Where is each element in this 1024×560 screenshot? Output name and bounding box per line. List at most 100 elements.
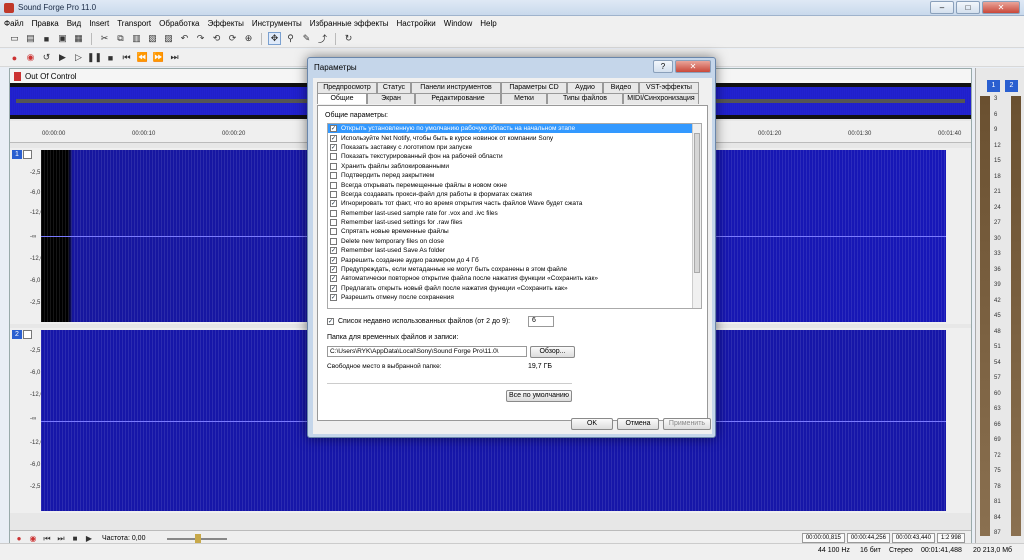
option-item[interactable]: ✓ Показать заставку с логотипом при запус… <box>328 143 701 152</box>
tab-display[interactable]: Экран <box>367 93 415 104</box>
mix-icon[interactable]: ▧ <box>146 32 159 45</box>
tab-status[interactable]: Статус <box>377 82 411 93</box>
option-item[interactable]: ✓ Разрешить отмену после сохранения <box>328 293 701 302</box>
tab-general[interactable]: Общие <box>317 93 367 104</box>
option-item[interactable]: Хранить файлы заблокированными <box>328 162 701 171</box>
record-loop-icon[interactable]: ◉ <box>28 534 38 544</box>
menu-effects[interactable]: Эффекты <box>208 19 244 28</box>
option-checkbox[interactable] <box>330 228 337 236</box>
selection-end[interactable]: 00:00:44,256 <box>846 533 890 543</box>
channel-number[interactable]: 2 <box>12 330 22 339</box>
scrollbar-thumb[interactable] <box>694 133 700 273</box>
play-all-icon[interactable]: ▶ <box>56 51 69 64</box>
forward-icon[interactable]: ⏩ <box>152 51 165 64</box>
option-item[interactable]: ✓ Remember last-used Save As folder <box>328 246 701 255</box>
pause-icon[interactable]: ❚❚ <box>87 51 102 64</box>
option-checkbox[interactable] <box>330 190 337 198</box>
refresh-icon[interactable]: ↻ <box>342 32 355 45</box>
record-icon[interactable]: ● <box>14 534 24 544</box>
trim-icon[interactable]: ▨ <box>162 32 175 45</box>
go-end-icon[interactable]: ⏭ <box>168 51 181 64</box>
recent-files-checkbox[interactable]: ✓ <box>327 318 334 325</box>
pencil-tool-icon[interactable]: ✎ <box>300 32 313 45</box>
option-checkbox[interactable] <box>330 172 337 180</box>
menu-view[interactable]: Вид <box>67 19 81 28</box>
option-item[interactable]: ✓ Разрешить создание аудио размером до 4 … <box>328 255 701 264</box>
menu-insert[interactable]: Insert <box>89 19 109 28</box>
magnify-tool-icon[interactable]: ⚲ <box>284 32 297 45</box>
option-item[interactable]: ✓ Предлагать открыть новый файл после наж… <box>328 284 701 293</box>
meter-channel-1-button[interactable]: 1 <box>987 80 1000 92</box>
option-item[interactable]: Подтвердить перед закрытием <box>328 171 701 180</box>
tab-markers[interactable]: Метки <box>501 93 547 104</box>
option-item[interactable]: ✓ Предупреждать, если метаданные не могут… <box>328 265 701 274</box>
tab-file-types[interactable]: Типы файлов <box>547 93 623 104</box>
option-item[interactable]: Remember last-used sample rate for .vox … <box>328 209 701 218</box>
option-item[interactable]: ✓ Открыть установленную по умолчанию рабо… <box>328 124 701 134</box>
tab-toolbars[interactable]: Панели инструментов <box>411 82 501 93</box>
temp-folder-path[interactable]: C:\Users\RYK\AppData\Local\Sony\Sound Fo… <box>327 346 527 357</box>
save-icon[interactable]: ■ <box>40 32 53 45</box>
tab-cd-settings[interactable]: Параметры CD <box>501 82 567 93</box>
paste-icon[interactable]: ▥ <box>130 32 143 45</box>
playback-rate-slider[interactable] <box>167 533 228 544</box>
option-checkbox[interactable]: ✓ <box>330 247 337 255</box>
minimize-button[interactable]: – <box>930 1 954 14</box>
option-checkbox[interactable]: ✓ <box>330 125 337 133</box>
go-end-icon[interactable]: ⏭ <box>56 534 66 544</box>
option-item[interactable]: ✓ Используйте Net Notify, чтобы быть в ку… <box>328 133 701 142</box>
option-checkbox[interactable]: ✓ <box>330 294 337 302</box>
option-item[interactable]: Показать текстурированный фон на рабочей… <box>328 152 701 161</box>
menu-options[interactable]: Настройки <box>397 19 436 28</box>
tab-midi-sync[interactable]: MIDI/Синхронизация <box>623 93 699 104</box>
play-icon[interactable]: ▷ <box>72 51 85 64</box>
cut-icon[interactable]: ✂ <box>98 32 111 45</box>
undo-icon[interactable]: ↶ <box>178 32 191 45</box>
option-item[interactable]: Delete new temporary files on close <box>328 237 701 246</box>
option-item[interactable]: ✓ Игнорировать тот факт, что во время отк… <box>328 199 701 208</box>
ok-button[interactable]: OK <box>571 418 613 430</box>
option-checkbox[interactable] <box>330 219 337 227</box>
menu-tools[interactable]: Инструменты <box>252 19 302 28</box>
browse-button[interactable]: Обзор... <box>530 346 575 358</box>
new-file-icon[interactable]: ▭ <box>8 32 21 45</box>
reset-defaults-button[interactable]: Все по умолчанию <box>506 390 572 402</box>
channel-number[interactable]: 1 <box>12 150 22 159</box>
option-item[interactable]: Всегда создавать прокси-файл для работы … <box>328 190 701 199</box>
menu-edit[interactable]: Правка <box>32 19 59 28</box>
go-start-icon[interactable]: ⏮ <box>42 534 52 544</box>
channel-mute-toggle[interactable] <box>23 150 32 159</box>
rewind-icon[interactable]: ⏪ <box>136 51 149 64</box>
selection-length[interactable]: 00:00:43,440 <box>891 533 935 543</box>
menu-favorites[interactable]: Избранные эффекты <box>310 19 389 28</box>
option-checkbox[interactable]: ✓ <box>330 284 337 292</box>
meter-channel-2-button[interactable]: 2 <box>1005 80 1018 92</box>
tab-audio[interactable]: Аудио <box>567 82 603 93</box>
loop-icon[interactable]: ↺ <box>40 51 53 64</box>
tab-video[interactable]: Видео <box>603 82 639 93</box>
save-as-icon[interactable]: ▣ <box>56 32 69 45</box>
dialog-close-button[interactable]: ✕ <box>675 60 711 73</box>
maximize-button[interactable]: □ <box>956 1 980 14</box>
option-checkbox[interactable]: ✓ <box>330 134 337 142</box>
undo-history-icon[interactable]: ⟲ <box>210 32 223 45</box>
zoom-icon[interactable]: ⊕ <box>242 32 255 45</box>
recent-files-count[interactable]: 6 <box>528 316 554 327</box>
zoom-ratio[interactable]: 1:2 998 <box>936 533 965 543</box>
option-item[interactable]: Всегда открывать перемещенные файлы в но… <box>328 180 701 189</box>
tab-preview[interactable]: Предпросмотр <box>317 82 377 93</box>
redo-icon[interactable]: ↷ <box>194 32 207 45</box>
option-checkbox[interactable]: ✓ <box>330 256 337 264</box>
option-checkbox[interactable] <box>330 181 337 189</box>
menu-file[interactable]: Файл <box>4 19 24 28</box>
play-icon[interactable]: ▶ <box>84 534 94 544</box>
option-checkbox[interactable] <box>330 162 337 170</box>
channel-mute-toggle[interactable] <box>23 330 32 339</box>
edit-tool-icon[interactable]: ✥ <box>268 32 281 45</box>
option-checkbox[interactable]: ✓ <box>330 275 337 283</box>
repeat-icon[interactable]: ⟳ <box>226 32 239 45</box>
envelope-tool-icon[interactable]: ⤴ <box>316 32 329 45</box>
selection-start[interactable]: 00:00:00,815 <box>801 533 845 543</box>
option-checkbox[interactable]: ✓ <box>330 266 337 274</box>
option-checkbox[interactable]: ✓ <box>330 200 337 208</box>
